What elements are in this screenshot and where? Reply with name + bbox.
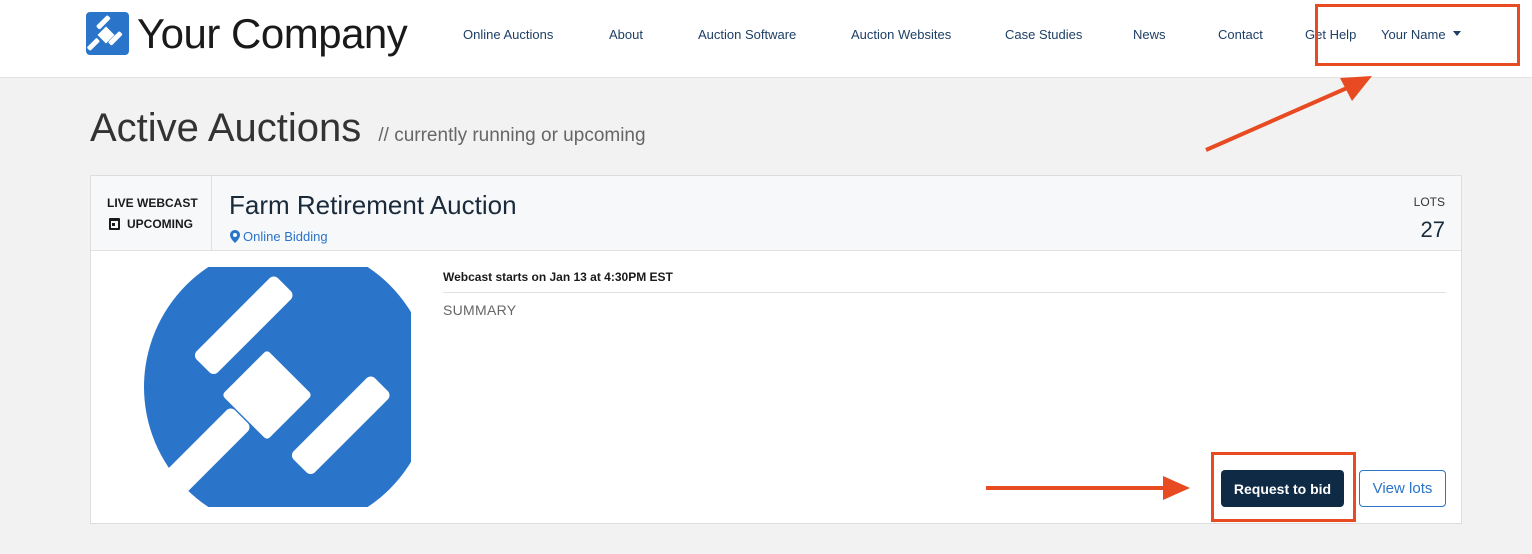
top-navbar: Your Company Online Auctions About Aucti… (0, 0, 1532, 78)
nav-about[interactable]: About (609, 27, 643, 42)
auction-status: UPCOMING (109, 217, 193, 231)
summary-label: SUMMARY (443, 302, 517, 318)
map-pin-icon (230, 230, 240, 243)
arrowhead-user-menu-icon (1340, 76, 1372, 101)
gavel-logo-icon (86, 12, 129, 55)
auction-status-label: UPCOMING (127, 217, 193, 231)
nav-case-studies[interactable]: Case Studies (1005, 27, 1082, 42)
gavel-illustration-icon (144, 267, 411, 507)
auction-card: LIVE WEBCAST UPCOMING Farm Retirement Au… (90, 175, 1462, 524)
auction-card-header: LIVE WEBCAST UPCOMING Farm Retirement Au… (91, 176, 1461, 251)
lots-count: 27 (1420, 217, 1445, 242)
view-lots-button[interactable]: View lots (1359, 470, 1446, 507)
auction-type-panel: LIVE WEBCAST UPCOMING (91, 176, 212, 251)
page-heading: Active Auctions // currently running or … (90, 106, 646, 150)
lots-label: LOTS (1413, 195, 1445, 209)
auction-image[interactable] (111, 267, 411, 507)
auction-title[interactable]: Farm Retirement Auction (229, 190, 517, 221)
calendar-icon (109, 218, 120, 230)
page-title: Active Auctions (90, 106, 362, 150)
divider (443, 292, 1446, 293)
user-menu-dropdown[interactable]: Your Name (1381, 27, 1461, 42)
caret-down-icon (1452, 31, 1461, 37)
nav-contact[interactable]: Contact (1218, 27, 1263, 42)
nav-auction-software[interactable]: Auction Software (698, 27, 796, 42)
nav-get-help[interactable]: Get Help (1305, 27, 1356, 42)
nav-news[interactable]: News (1133, 27, 1166, 42)
page-subtitle: // currently running or upcoming (378, 125, 646, 146)
user-name: Your Name (1381, 27, 1446, 42)
auction-location-link[interactable]: Online Bidding (230, 229, 328, 244)
arrow-to-user-menu (1205, 86, 1348, 152)
webcast-start: Webcast starts on Jan 13 at 4:30PM EST (443, 270, 673, 284)
nav-auction-websites[interactable]: Auction Websites (851, 27, 951, 42)
company-name: Your Company (137, 9, 408, 57)
auction-type-label: LIVE WEBCAST (107, 196, 198, 210)
company-logo[interactable]: Your Company (86, 9, 408, 57)
request-to-bid-button[interactable]: Request to bid (1221, 470, 1344, 507)
nav-online-auctions[interactable]: Online Auctions (463, 27, 553, 42)
auction-location: Online Bidding (243, 229, 328, 244)
